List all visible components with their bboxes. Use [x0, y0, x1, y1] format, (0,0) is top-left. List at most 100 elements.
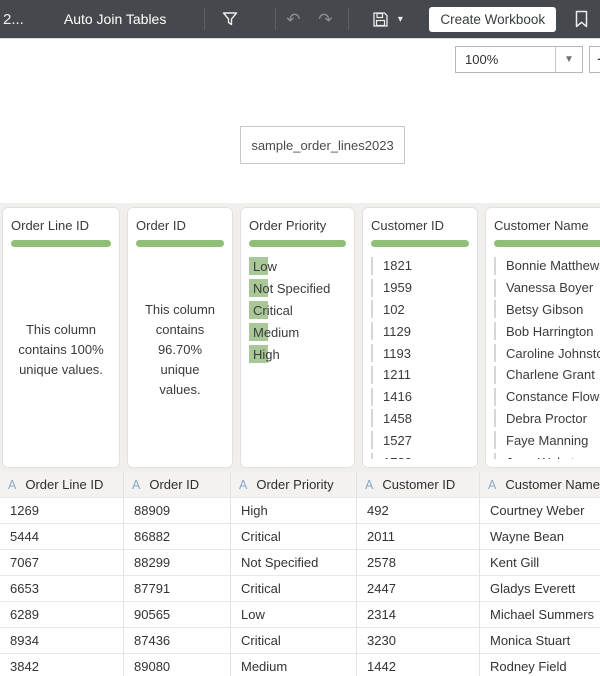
- table-cell: 87436: [124, 628, 231, 654]
- profile-card-order-id[interactable]: Order ID This column contains 96.70% uniq…: [127, 207, 233, 468]
- value-item[interactable]: Not Specified: [249, 277, 346, 299]
- value-label: Critical: [253, 302, 293, 318]
- table-cell: 2011: [357, 524, 480, 550]
- value-item[interactable]: Constance Flowers: [494, 386, 600, 408]
- value-item[interactable]: 1416: [371, 386, 469, 408]
- value-item[interactable]: Bob Harrington: [494, 320, 600, 342]
- chevron-down-icon: ▼: [555, 47, 582, 72]
- text-type-icon: A: [239, 477, 248, 492]
- value-item[interactable]: Betsy Gibson: [494, 299, 600, 321]
- toolbar-divider: [348, 8, 350, 30]
- unique-values-message: This column contains 100% unique values.: [18, 321, 104, 378]
- card-body: 1821 1959 102 1129 1193 1211 1416 1458 1527 1723: [371, 255, 469, 459]
- save-menu-caret-icon[interactable]: ▾: [393, 14, 407, 25]
- table-cell: 2447: [357, 576, 480, 602]
- profile-card-customer-id[interactable]: Customer ID 1821 1959 102 1129 1193 1211 1416 14…: [362, 207, 478, 468]
- data-quality-bar: [136, 240, 224, 247]
- table-row: 6289 90565 Low 2314 Michael Summers: [0, 602, 600, 628]
- value-item[interactable]: 1193: [371, 342, 469, 364]
- table-header-order-line-id[interactable]: A Order Line ID: [0, 472, 124, 498]
- card-title: Customer Name: [494, 218, 589, 233]
- table-row: 5444 86882 Critical 2011 Wayne Bean: [0, 524, 600, 550]
- value-item[interactable]: High: [249, 343, 346, 365]
- table-row: 7067 88299 Not Specified 2578 Kent Gill: [0, 550, 600, 576]
- value-label: 1416: [383, 389, 412, 405]
- table-cell: 88909: [124, 498, 231, 524]
- text-type-icon: A: [488, 477, 497, 492]
- value-item[interactable]: 1211: [371, 364, 469, 386]
- value-item[interactable]: Vanessa Boyer: [494, 277, 600, 299]
- card-body: Bonnie Matthews Vanessa Boyer Betsy Gibson…: [494, 255, 600, 459]
- value-item[interactable]: Bonnie Matthews: [494, 255, 600, 277]
- value-item[interactable]: 1129: [371, 320, 469, 342]
- value-label: Constance Flowers: [506, 389, 600, 405]
- frequency-mini-bar-icon: [371, 365, 373, 384]
- data-quality-bar: [371, 240, 469, 247]
- card-title: Order ID: [136, 218, 186, 233]
- create-workbook-button[interactable]: Create Workbook: [429, 6, 557, 32]
- zoom-level-select[interactable]: 100% ▼: [455, 46, 583, 73]
- table-row: 3842 89080 Medium 1442 Rodney Field: [0, 654, 600, 676]
- profile-card-customer-name[interactable]: Customer Name Bonnie Matthews Vanessa Boye…: [485, 207, 600, 468]
- value-item[interactable]: 1821: [371, 255, 469, 277]
- table-header-row: A Order Line ID A Order ID A Order Priority A C…: [0, 472, 600, 498]
- value-item[interactable]: Faye Manning: [494, 429, 600, 451]
- value-label: 1193: [383, 345, 411, 361]
- auto-join-tables-button[interactable]: Auto Join Tables: [64, 11, 166, 27]
- text-type-icon: A: [365, 477, 374, 492]
- table-row: 6653 87791 Critical 2447 Gladys Everett: [0, 576, 600, 602]
- value-item[interactable]: Critical: [249, 299, 346, 321]
- text-type-icon: A: [132, 477, 141, 492]
- card-body: This column contains 100% unique values.: [11, 255, 111, 459]
- table-cell: 5444: [0, 524, 124, 550]
- value-item[interactable]: 1723: [371, 451, 469, 459]
- value-item[interactable]: Caroline Johnston: [494, 342, 600, 364]
- frequency-mini-bar-icon: [494, 431, 496, 450]
- frequency-mini-bar-icon: [371, 322, 373, 341]
- table-cell: Critical: [231, 576, 357, 602]
- table-cell: Not Specified: [231, 550, 357, 576]
- unique-values-message: This column contains 96.70% unique value…: [144, 301, 216, 398]
- table-cell: Medium: [231, 654, 357, 676]
- table-cell: Michael Summers: [480, 602, 600, 628]
- column-header-label: Order Line ID: [25, 477, 104, 492]
- value-item[interactable]: 1458: [371, 408, 469, 430]
- column-header-label: Order ID: [149, 477, 200, 492]
- profile-card-order-line-id[interactable]: Order Line ID This column contains 100% u…: [2, 207, 120, 468]
- bookmark-icon[interactable]: [570, 10, 592, 28]
- value-item[interactable]: 1527: [371, 429, 469, 451]
- value-label: 1458: [383, 410, 412, 426]
- table-header-customer-id[interactable]: A Customer ID: [357, 472, 480, 498]
- value-item[interactable]: Charlene Grant: [494, 364, 600, 386]
- table-header-order-id[interactable]: A Order ID: [124, 472, 231, 498]
- table-cell: Critical: [231, 524, 357, 550]
- value-item[interactable]: Low: [249, 255, 346, 277]
- table-row: 8934 87436 Critical 3230 Monica Stuart: [0, 628, 600, 654]
- frequency-mini-bar-icon: [371, 453, 373, 459]
- value-label: 1821: [383, 258, 412, 274]
- value-item[interactable]: Jean Webster: [494, 451, 600, 459]
- table-cell: 89080: [124, 654, 231, 676]
- profile-card-order-priority[interactable]: Order Priority Low Not Specified Critical Me…: [240, 207, 355, 468]
- value-label: Not Specified: [253, 280, 331, 296]
- value-item[interactable]: Debra Proctor: [494, 408, 600, 430]
- value-item[interactable]: Medium: [249, 321, 346, 343]
- value-item[interactable]: 102: [371, 299, 469, 321]
- column-header-label: Order Priority: [256, 477, 334, 492]
- table-cell: 2578: [357, 550, 480, 576]
- filter-icon[interactable]: [215, 10, 245, 28]
- column-header-label: Customer Name: [505, 477, 600, 492]
- zoom-out-button[interactable]: −: [589, 46, 600, 73]
- table-cell: 1269: [0, 498, 124, 524]
- table-header-customer-name[interactable]: A Customer Name: [480, 472, 600, 498]
- undo-icon[interactable]: ↶: [282, 11, 304, 28]
- save-icon[interactable]: [369, 11, 391, 28]
- frequency-mini-bar-icon: [494, 300, 496, 319]
- frequency-mini-bar-icon: [494, 453, 496, 459]
- value-item[interactable]: 1959: [371, 277, 469, 299]
- dataset-node[interactable]: sample_order_lines2023: [240, 126, 405, 164]
- value-label: Medium: [253, 324, 300, 340]
- table-header-order-priority[interactable]: A Order Priority: [231, 472, 357, 498]
- redo-icon[interactable]: ↷: [314, 11, 336, 28]
- value-label: Low: [253, 258, 277, 274]
